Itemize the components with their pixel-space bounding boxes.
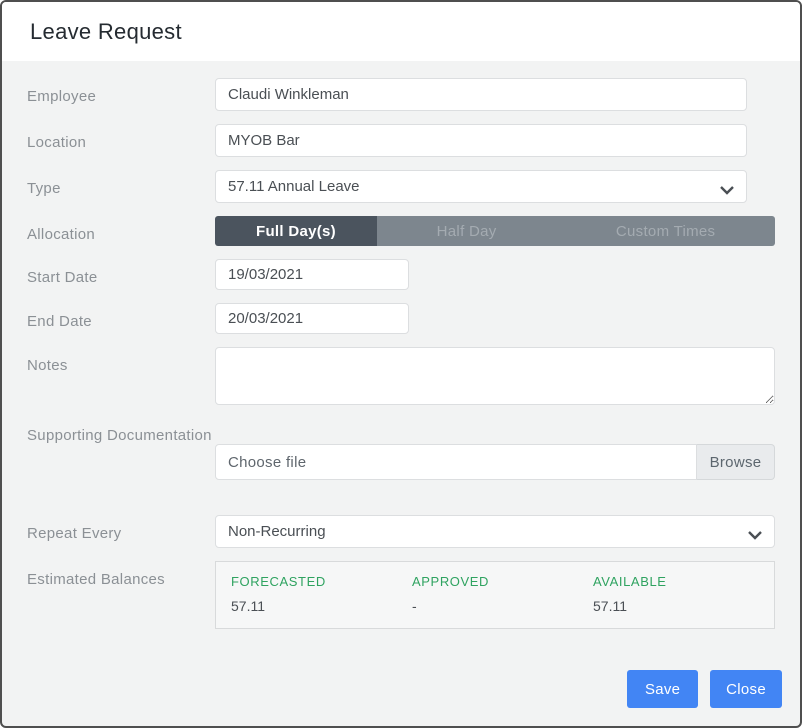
allocation-full-days-button[interactable]: Full Day(s) (215, 216, 377, 246)
chevron-down-icon (748, 527, 762, 536)
repeat-every-select[interactable]: Non-Recurring (215, 515, 775, 548)
type-select[interactable]: 57.11 Annual Leave (215, 170, 747, 203)
type-label: Type (27, 170, 215, 199)
approved-header: APPROVED (412, 574, 593, 589)
file-upload-group: Choose file Browse (215, 444, 775, 480)
end-date-field[interactable] (215, 303, 409, 334)
notes-label: Notes (27, 347, 215, 376)
allocation-segmented-control: Full Day(s) Half Day Custom Times (215, 216, 775, 246)
approved-value: - (412, 598, 593, 614)
repeat-every-label: Repeat Every (27, 515, 215, 544)
type-select-value: 57.11 Annual Leave (228, 178, 360, 195)
dialog-footer: Save Close (2, 670, 800, 726)
type-row: Type 57.11 Annual Leave (27, 170, 775, 203)
estimated-balances-row: Estimated Balances FORECASTED 57.11 APPR… (27, 561, 775, 629)
available-header: AVAILABLE (593, 574, 774, 589)
allocation-custom-times-button[interactable]: Custom Times (556, 216, 775, 246)
dialog-header: Leave Request (2, 2, 800, 61)
estimated-balances-label: Estimated Balances (27, 561, 215, 590)
browse-button[interactable]: Browse (697, 444, 775, 480)
end-date-label: End Date (27, 303, 215, 332)
approved-column: APPROVED - (412, 574, 593, 614)
notes-field[interactable] (215, 347, 775, 405)
available-value: 57.11 (593, 598, 774, 614)
allocation-row: Allocation Full Day(s) Half Day Custom T… (27, 216, 775, 246)
employee-row: Employee (27, 78, 775, 111)
save-button[interactable]: Save (627, 670, 698, 708)
available-column: AVAILABLE 57.11 (593, 574, 774, 614)
leave-request-dialog: Leave Request Employee Location Type 57.… (0, 0, 802, 728)
supporting-documentation-label: Supporting Documentation (27, 425, 215, 446)
allocation-half-day-button[interactable]: Half Day (377, 216, 556, 246)
allocation-label: Allocation (27, 216, 215, 245)
employee-label: Employee (27, 78, 215, 107)
notes-row: Notes (27, 347, 775, 405)
repeat-every-select-value: Non-Recurring (228, 523, 326, 540)
end-date-row: End Date (27, 303, 775, 334)
start-date-field[interactable] (215, 259, 409, 290)
start-date-row: Start Date (27, 259, 775, 290)
location-label: Location (27, 124, 215, 153)
start-date-label: Start Date (27, 259, 215, 288)
forecasted-header: FORECASTED (231, 574, 412, 589)
location-row: Location (27, 124, 775, 157)
forecasted-value: 57.11 (231, 598, 412, 614)
chevron-down-icon (720, 182, 734, 191)
close-button[interactable]: Close (710, 670, 782, 708)
repeat-every-row: Repeat Every Non-Recurring (27, 515, 775, 548)
estimated-balances-table: FORECASTED 57.11 APPROVED - AVAILABLE 57… (215, 561, 775, 629)
location-field[interactable] (215, 124, 747, 157)
page-title: Leave Request (30, 19, 772, 45)
forecasted-column: FORECASTED 57.11 (231, 574, 412, 614)
supporting-documentation-row: Supporting Documentation Choose file Bro… (27, 444, 775, 480)
employee-field[interactable] (215, 78, 747, 111)
file-upload-field[interactable]: Choose file (215, 444, 697, 480)
leave-request-form: Employee Location Type 57.11 Annual Leav… (2, 61, 800, 670)
